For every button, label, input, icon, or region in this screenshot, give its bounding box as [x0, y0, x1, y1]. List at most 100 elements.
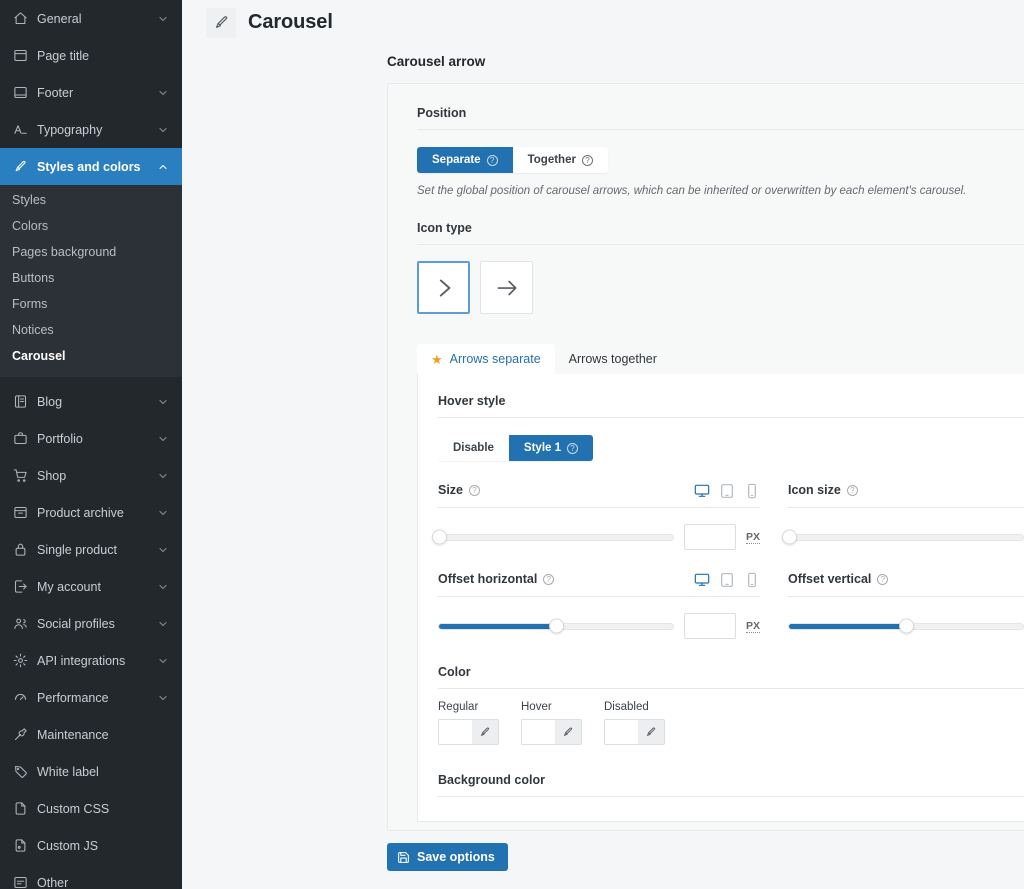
brush-icon[interactable] — [555, 720, 581, 744]
tab-arrows-together[interactable]: Arrows together — [555, 344, 671, 374]
device-selector — [694, 483, 760, 499]
tab-arrows-separate[interactable]: ★ Arrows separate — [417, 344, 555, 374]
chevron-down-icon[interactable] — [157, 544, 169, 556]
sidebar-subitem-pages-background[interactable]: Pages background — [0, 239, 182, 265]
input-offset-horizontal[interactable] — [683, 613, 736, 639]
position-option-together[interactable]: Together? — [512, 147, 608, 173]
home-icon — [12, 11, 28, 27]
sidebar-item-general[interactable]: General — [0, 0, 182, 37]
sidebar-item-page-title[interactable]: Page title — [0, 37, 182, 74]
sidebar-item-maintenance[interactable]: Maintenance — [0, 716, 182, 753]
position-option-label: Together — [527, 154, 576, 166]
sidebar-item-blog[interactable]: Blog — [0, 383, 182, 420]
sidebar-item-typography[interactable]: Typography — [0, 111, 182, 148]
color-preview — [522, 720, 555, 744]
chevron-down-icon[interactable] — [157, 124, 169, 136]
sidebar-subitem-carousel[interactable]: Carousel — [0, 343, 182, 369]
brush-icon[interactable] — [472, 720, 498, 744]
sidebar-item-shop[interactable]: Shop — [0, 457, 182, 494]
position-helper-text: Set the global position of carousel arro… — [417, 185, 967, 197]
sidebar-subitem-colors[interactable]: Colors — [0, 213, 182, 239]
chevron-down-icon[interactable] — [157, 618, 169, 630]
help-icon[interactable]: ? — [543, 573, 555, 585]
my-account-icon — [12, 579, 28, 595]
slider-offset-horizontal[interactable] — [438, 618, 674, 634]
color-picker-disabled[interactable] — [604, 719, 665, 745]
desktop-icon[interactable] — [694, 572, 710, 588]
sidebar-item-portfolio[interactable]: Portfolio — [0, 420, 182, 457]
arrow-right-icon — [494, 275, 520, 301]
position-option-separate[interactable]: Separate? — [417, 147, 513, 173]
color-picker-regular[interactable] — [438, 719, 499, 745]
slider-offset-vertical[interactable] — [788, 618, 1024, 634]
chevron-down-icon[interactable] — [157, 87, 169, 99]
tablet-icon[interactable] — [719, 572, 735, 588]
sidebar-item-custom-js[interactable]: Custom JS — [0, 827, 182, 864]
slider-icon-size[interactable] — [782, 529, 1024, 545]
brush-icon[interactable] — [638, 720, 664, 744]
field-label: Size — [438, 483, 464, 497]
sidebar-item-label: Typography — [37, 122, 103, 137]
chevron-down-icon[interactable] — [157, 655, 169, 667]
icon-type-chevron-right-icon[interactable] — [417, 261, 470, 314]
field-offset-horizontal: Offset horizontal? PX — [438, 572, 760, 639]
hover_style-option-disable[interactable]: Disable — [438, 435, 509, 461]
sidebar-item-styles-and-colors[interactable]: Styles and colors — [0, 148, 182, 185]
input-size[interactable] — [683, 524, 736, 550]
slider-size[interactable] — [432, 529, 674, 545]
chevron-up-icon[interactable] — [157, 161, 169, 173]
chevron-down-icon[interactable] — [157, 507, 169, 519]
help-icon[interactable]: ? — [486, 154, 498, 166]
help-icon[interactable]: ? — [567, 442, 578, 454]
sidebar-subitem-notices[interactable]: Notices — [0, 317, 182, 343]
save-options-button[interactable]: Save options — [387, 843, 508, 871]
color-field: Color Regular Hover Disabled — [438, 665, 1024, 745]
sidebar-item-footer[interactable]: Footer — [0, 74, 182, 111]
sidebar-item-api-integrations[interactable]: API integrations — [0, 642, 182, 679]
page-title: Carousel — [248, 11, 333, 33]
help-icon[interactable]: ? — [846, 484, 858, 496]
unit-offset-horizontal[interactable]: PX — [745, 620, 760, 633]
portfolio-icon — [12, 431, 28, 447]
help-icon[interactable]: ? — [877, 573, 889, 585]
color-picker-hover[interactable] — [521, 719, 582, 745]
sidebar-item-product-archive[interactable]: Product archive — [0, 494, 182, 531]
page-title-icon — [12, 48, 28, 64]
divider — [438, 688, 1024, 689]
sidebar-item-label: Maintenance — [37, 727, 109, 742]
color-label: Regular — [438, 701, 479, 713]
hover_style-option-style-1[interactable]: Style 1? — [508, 435, 593, 461]
sidebar-item-social-profiles[interactable]: Social profiles — [0, 605, 182, 642]
single-product-icon — [12, 542, 28, 558]
position-button-group[interactable]: Separate? Together? — [417, 147, 608, 173]
sidebar-item-other[interactable]: Other — [0, 864, 182, 889]
mobile-icon[interactable] — [744, 572, 760, 588]
icon-type-field: Icon type — [417, 221, 1024, 314]
sidebar-item-performance[interactable]: Performance — [0, 679, 182, 716]
sidebar-subitem-styles[interactable]: Styles — [0, 187, 182, 213]
sidebar-item-custom-css[interactable]: Custom CSS — [0, 790, 182, 827]
chevron-down-icon[interactable] — [157, 433, 169, 445]
mobile-icon[interactable] — [744, 483, 760, 499]
chevron-down-icon[interactable] — [157, 692, 169, 704]
save-options-label: Save options — [417, 850, 495, 864]
unit-size[interactable]: PX — [745, 531, 760, 544]
sidebar-item-single-product[interactable]: Single product — [0, 531, 182, 568]
chevron-down-icon[interactable] — [157, 581, 169, 593]
sidebar-item-white-label[interactable]: White label — [0, 753, 182, 790]
sidebar-subitem-forms[interactable]: Forms — [0, 291, 182, 317]
icon-type-arrow-right-icon[interactable] — [480, 261, 533, 314]
sidebar-item-label: API integrations — [37, 653, 126, 668]
chevron-down-icon[interactable] — [157, 396, 169, 408]
hover-style-button-group[interactable]: Disable Style 1? — [438, 435, 593, 461]
chevron-down-icon[interactable] — [157, 13, 169, 25]
sidebar-item-my-account[interactable]: My account — [0, 568, 182, 605]
sidebar-subitem-buttons[interactable]: Buttons — [0, 265, 182, 291]
tablet-icon[interactable] — [719, 483, 735, 499]
chevron-down-icon[interactable] — [157, 470, 169, 482]
sidebar-item-label: Page title — [37, 48, 90, 63]
desktop-icon[interactable] — [694, 483, 710, 499]
help-icon[interactable]: ? — [469, 484, 481, 496]
help-icon[interactable]: ? — [581, 154, 593, 166]
maintenance-icon — [12, 727, 28, 743]
